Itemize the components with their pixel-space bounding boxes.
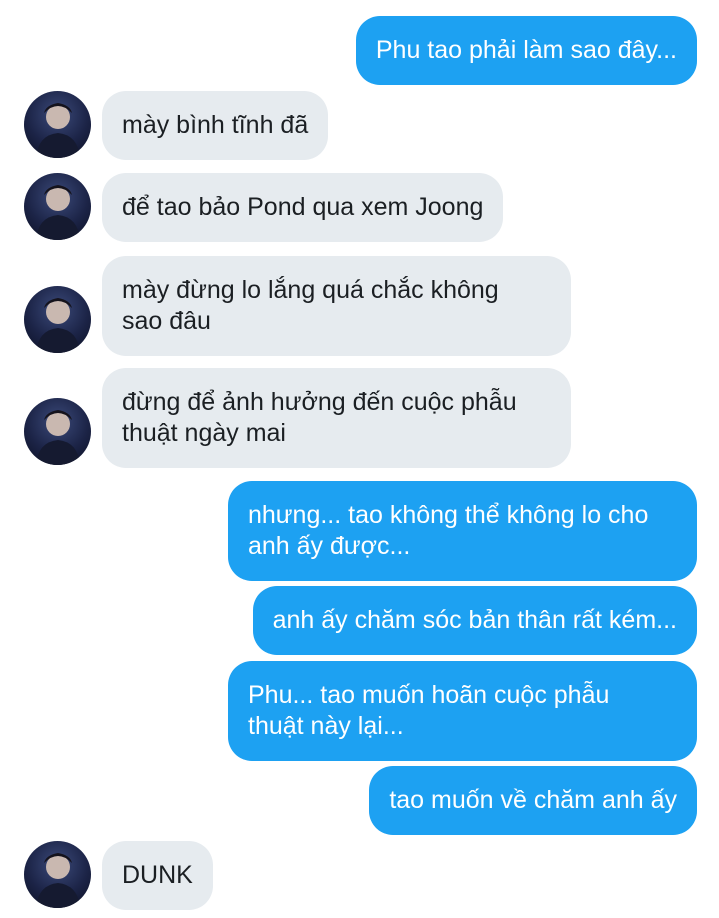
- message-text-line: thuật ngày mai: [122, 419, 286, 447]
- avatar-photo-icon: [36, 410, 80, 465]
- message-text: tao muốn về chăm anh ấy: [389, 786, 677, 814]
- message-text: anh ấy chăm sóc bản thân rất kém...: [272, 606, 677, 634]
- message-text-line: anh ấy được...: [248, 532, 411, 560]
- incoming-message-bubble[interactable]: để tao bảo Pond qua xem Joong: [102, 173, 504, 242]
- incoming-message-bubble[interactable]: mày bình tĩnh đã: [102, 91, 329, 160]
- friend-avatar[interactable]: [24, 91, 91, 158]
- incoming-message-bubble[interactable]: DUNK: [102, 841, 213, 910]
- avatar-photo-icon: [36, 103, 80, 158]
- message-text-line: sao đâu: [122, 307, 211, 335]
- outgoing-message-bubble[interactable]: Phu... tao muốn hoãn cuộc phẫu thuật này…: [228, 661, 697, 761]
- friend-avatar[interactable]: [24, 173, 91, 240]
- outgoing-message-bubble[interactable]: anh ấy chăm sóc bản thân rất kém...: [252, 586, 697, 655]
- avatar-photo-icon: [36, 185, 80, 240]
- incoming-message-bubble[interactable]: đừng để ảnh hưởng đến cuộc phẫu thuật ng…: [102, 368, 571, 468]
- friend-avatar[interactable]: [24, 841, 91, 908]
- outgoing-message-bubble[interactable]: nhưng... tao không thể không lo cho anh …: [228, 481, 697, 581]
- message-text: để tao bảo Pond qua xem Joong: [122, 193, 484, 221]
- message-text-line: Phu... tao muốn hoãn cuộc phẫu: [248, 681, 610, 709]
- incoming-message-bubble[interactable]: mày đừng lo lắng quá chắc không sao đâu: [102, 256, 571, 356]
- avatar-photo-icon: [36, 298, 80, 353]
- message-text-line: đừng để ảnh hưởng đến cuộc phẫu: [122, 388, 517, 416]
- friend-avatar[interactable]: [24, 286, 91, 353]
- outgoing-message-bubble[interactable]: tao muốn về chăm anh ấy: [369, 766, 697, 835]
- message-text: DUNK: [122, 861, 193, 889]
- message-text: mày bình tĩnh đã: [122, 111, 309, 139]
- message-text-line: thuật này lại...: [248, 712, 404, 740]
- message-text-line: mày đừng lo lắng quá chắc không: [122, 276, 499, 304]
- message-text: Phu tao phải làm sao đây...: [375, 36, 677, 64]
- avatar-photo-icon: [36, 853, 80, 908]
- chat-thread: Phu tao phải làm sao đây... mày bình tĩn…: [0, 0, 719, 918]
- message-text-line: nhưng... tao không thể không lo cho: [248, 501, 649, 529]
- outgoing-message-bubble[interactable]: Phu tao phải làm sao đây...: [355, 16, 697, 85]
- friend-avatar[interactable]: [24, 398, 91, 465]
